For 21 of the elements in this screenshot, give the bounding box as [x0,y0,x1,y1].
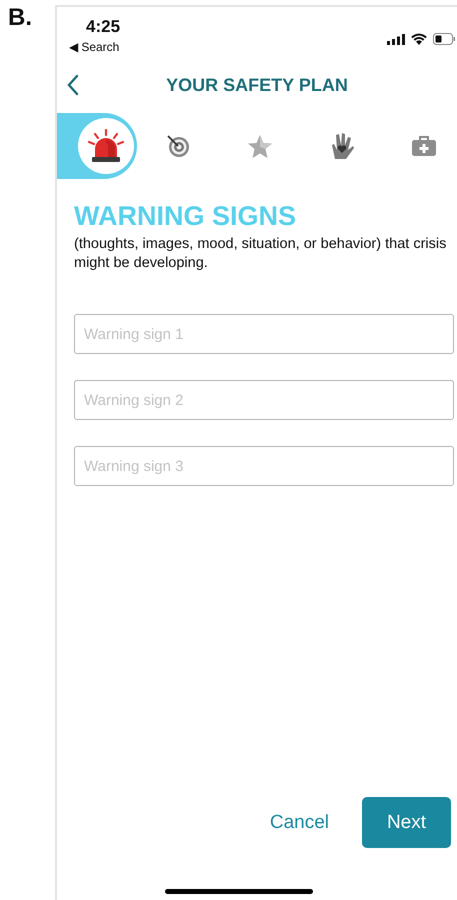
star-icon [247,134,273,158]
signal-icon [387,34,405,44]
battery-icon [433,33,455,45]
first-aid-kit-icon [411,135,437,157]
input-field[interactable]: Warning sign 3 [74,446,454,486]
hand-with-heart-icon [329,131,355,161]
input-field[interactable]: Warning sign 1 [74,314,454,354]
siren-icon [86,129,126,163]
section-title: WARNING SIGNS [74,201,298,232]
section-description: (thoughts, images, mood, situation, or behavior) that crisis might be developing. [74,235,448,273]
back-chevron-icon[interactable] [67,74,79,96]
screen-title: YOUR SAFETY PLAN [166,74,348,96]
wifi-icon [411,33,427,45]
step-tab[interactable] [57,113,137,179]
target-with-dart-icon [166,134,190,158]
status-time: 4:25 [85,17,120,37]
cancel-button[interactable]: Cancel [266,808,333,838]
back-to-search-link[interactable]: ◀ Search [69,40,120,54]
figure-label: B. [8,4,32,32]
input-field[interactable]: Warning sign 2 [74,380,454,420]
next-button[interactable]: Next [362,797,451,848]
